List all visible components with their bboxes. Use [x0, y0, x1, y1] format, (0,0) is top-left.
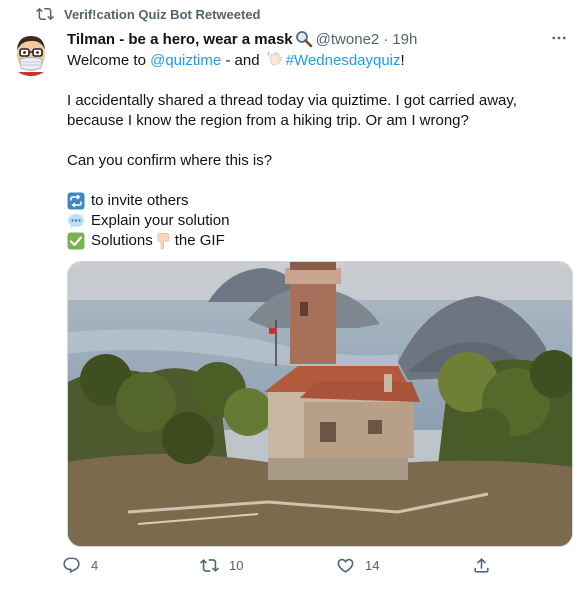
waving-hand-emoji [266, 50, 284, 68]
hashtag-link[interactable]: #Wednesdayquiz [286, 52, 401, 69]
check-mark-emoji-icon [67, 232, 85, 250]
separator-dot: · [383, 30, 389, 48]
retweet-icon [36, 5, 54, 23]
bullet-solutions: Solutions the GIF [67, 231, 567, 251]
heart-icon [337, 558, 354, 573]
welcome-suffix-text: ! [400, 52, 405, 69]
reply-icon [63, 557, 80, 574]
author-name[interactable]: Tilman - be a hero, wear a mask [67, 31, 293, 48]
mention-link[interactable]: @quiztime [150, 52, 221, 69]
reply-button[interactable]: 4 [62, 556, 98, 575]
welcome-mid-text: - and [221, 52, 264, 69]
bullet-invite: to invite others [67, 191, 567, 211]
repeat-emoji-icon [67, 192, 85, 210]
tweet-paragraph-hike: I accidentally shared a thread today via… [67, 92, 517, 129]
tweet-line-welcome: Welcome to @quiztime - and #Wednesdayqui… [67, 50, 567, 71]
like-button[interactable]: 14 [336, 556, 379, 575]
bullet-explain: Explain your solution [67, 211, 567, 231]
retweet-count: 10 [229, 558, 244, 573]
lighthouse-on-coastal-hill-photo [68, 262, 572, 546]
more-dots-icon [552, 36, 566, 40]
masked-face-avatar-icon [8, 30, 54, 76]
author-handle[interactable]: @twone2 [316, 31, 380, 48]
bullet-explain-text: Explain your solution [91, 212, 230, 229]
bullet-solutions-text: Solutions [91, 232, 153, 249]
tweet-header: Tilman - be a hero, wear a mask @twone2 … [67, 28, 417, 50]
tweet-photo[interactable] [67, 261, 573, 547]
share-icon [474, 558, 489, 573]
bullet-gif-text: the GIF [174, 232, 225, 249]
more-options-button[interactable] [547, 26, 571, 50]
pointing-down-emoji-icon [155, 232, 173, 250]
retweet-banner-text[interactable]: Verif!cation Quiz Bot Retweeted [64, 7, 260, 22]
magnifying-glass-icon [295, 30, 313, 48]
speech-bubble-emoji-icon [67, 212, 85, 230]
tweet-text: Welcome to @quiztime - and #Wednesdayqui… [67, 50, 567, 251]
bullet-invite-text: to invite others [91, 192, 189, 209]
retweet-icon [200, 559, 219, 572]
share-button[interactable] [472, 556, 491, 575]
retweet-banner[interactable]: Verif!cation Quiz Bot Retweeted [36, 4, 260, 24]
tweet-actions: 4 10 14 [62, 556, 502, 580]
tweet-paragraph-question: Can you confirm where this is? [67, 152, 273, 169]
avatar[interactable] [8, 30, 54, 76]
retweet-button[interactable]: 10 [200, 556, 243, 575]
like-count: 14 [365, 558, 380, 573]
reply-count: 4 [91, 558, 99, 573]
tweet-timestamp[interactable]: 19h [392, 31, 417, 48]
welcome-text: Welcome to [67, 52, 151, 69]
